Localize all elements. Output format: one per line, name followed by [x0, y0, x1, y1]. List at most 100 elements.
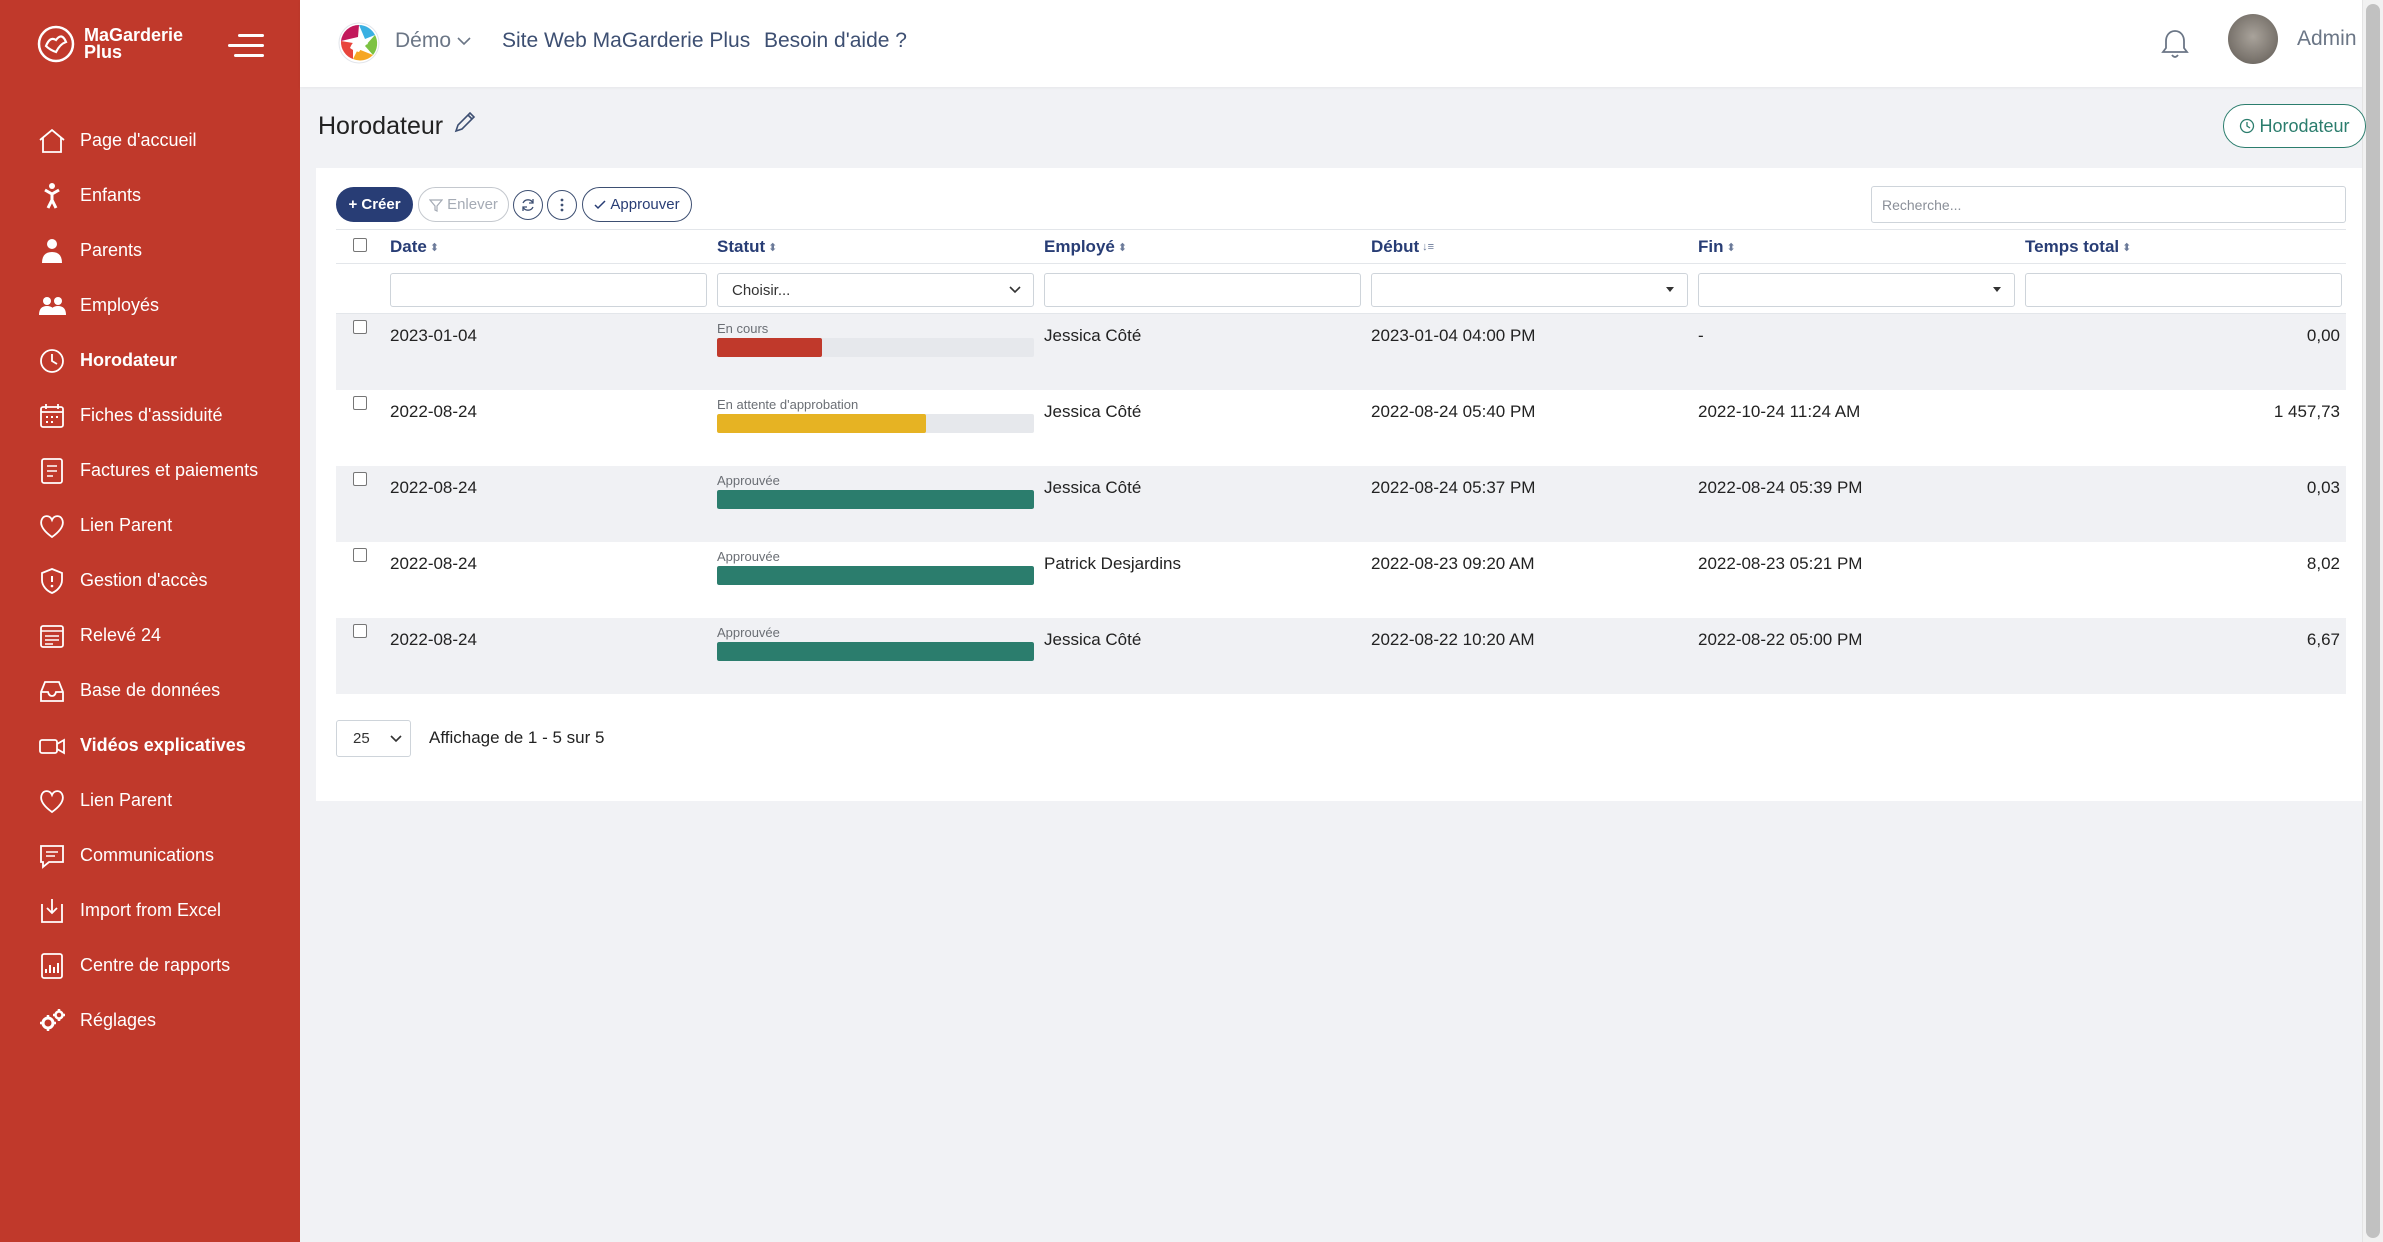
sidebar-item-import-from-excel[interactable]: Import from Excel [0, 883, 300, 938]
more-options-button[interactable] [547, 190, 577, 220]
sidebar-item-reglages[interactable]: Réglages [0, 993, 300, 1048]
employees-icon [36, 290, 68, 322]
column-label: Temps total [2025, 237, 2120, 256]
status-progress-bar [717, 566, 1034, 585]
total-filter-input[interactable] [2025, 273, 2342, 307]
scrollbar[interactable] [2362, 0, 2383, 1242]
row-checkbox[interactable] [353, 396, 367, 410]
row-checkbox[interactable] [353, 320, 367, 334]
sidebar: MaGarderie Plus Page d'accueil Enfants Par… [0, 0, 300, 1242]
bell-icon[interactable] [2160, 28, 2190, 60]
row-checkbox[interactable] [353, 472, 367, 486]
sidebar-item-videos-explicatives[interactable]: Vidéos explicatives [0, 718, 300, 773]
chevron-down-icon [1009, 286, 1021, 294]
sidebar-item-gestion-d-acces[interactable]: Gestion d'accès [0, 553, 300, 608]
status-filter-select[interactable]: Choisir... [717, 273, 1034, 307]
sidebar-item-fiches-d-assiduite[interactable]: Fiches d'assiduité [0, 388, 300, 443]
sidebar-item-lien-parent[interactable]: Lien Parent [0, 498, 300, 553]
table-row[interactable]: 2022-08-24 Approuvée Jessica Côté 2022-08-2… [336, 466, 2346, 542]
sidebar-item-lien-parent[interactable]: Lien Parent [0, 773, 300, 828]
row-checkbox[interactable] [353, 548, 367, 562]
sidebar-item-label: Base de données [80, 680, 221, 700]
sidebar-item-label: Import from Excel [80, 900, 222, 920]
report-calendar-icon [36, 620, 68, 652]
sidebar-item-label: Employés [80, 295, 160, 315]
status-progress-fill [717, 642, 1034, 661]
row-checkbox[interactable] [353, 624, 367, 638]
table-row[interactable]: 2022-08-24 Approuvée Patrick Desjardins 202… [336, 542, 2346, 618]
date-filter-input[interactable] [390, 273, 707, 307]
select-all-checkbox[interactable] [353, 238, 367, 252]
end-header[interactable]: Fin ⬍ [1698, 237, 1736, 257]
clock-header-button[interactable]: Horodateur [2223, 104, 2366, 148]
total-cell: 0,03 [2306, 478, 2340, 497]
sidebar-item-label: Horodateur [80, 350, 178, 370]
sidebar-item-releve-24[interactable]: Relevé 24 [0, 608, 300, 663]
end-cell: 2022-10-24 11:24 AM [1698, 402, 1861, 421]
employee-filter-input[interactable] [1044, 273, 1361, 307]
clock-icon [36, 345, 68, 377]
video-icon [36, 730, 68, 762]
employee-cell: Jessica Côté [1044, 478, 1142, 497]
table-row[interactable]: 2022-08-24 Approuvée Jessica Côté 2022-08-2… [336, 618, 2346, 694]
create-button[interactable]: + Créer [336, 187, 413, 222]
calendar-icon [36, 400, 68, 432]
date-cell: 2022-08-24 [390, 630, 477, 649]
divider [336, 263, 2346, 264]
sidebar-item-page-d-accueil[interactable]: Page d'accueil [0, 113, 300, 168]
user-name[interactable]: Admin [2297, 27, 2357, 51]
sidebar-item-label: Page d'accueil [80, 130, 197, 150]
remove-button[interactable]: Enlever [418, 187, 509, 222]
sidebar-item-label: Centre de rapports [80, 955, 231, 975]
status-progress-fill [717, 338, 822, 357]
search-input[interactable] [1871, 186, 2346, 223]
sidebar-item-label: Enfants [80, 185, 142, 205]
gears-icon [36, 1005, 68, 1037]
sidebar-item-communications[interactable]: Communications [0, 828, 300, 883]
status-header[interactable]: Statut ⬍ [717, 237, 777, 257]
sort-icon: ↓≡ [1422, 241, 1435, 253]
sidebar-item-factures-et-paiements[interactable]: Factures et paiements [0, 443, 300, 498]
sidebar-item-enfants[interactable]: Enfants [0, 168, 300, 223]
reports-icon [36, 950, 68, 982]
approve-label: Approuver [610, 196, 680, 213]
total-cell: 0,00 [2306, 326, 2340, 345]
refresh-icon [522, 199, 534, 211]
pencil-icon[interactable] [452, 109, 478, 135]
chevron-down-icon [457, 37, 471, 46]
brand-name: MaGarderie Plus [84, 25, 184, 62]
start-filter-select[interactable] [1371, 273, 1688, 307]
sidebar-item-label: Parents [80, 240, 143, 260]
status-progress-fill [717, 566, 1034, 585]
sidebar-item-label: Réglages [80, 1010, 157, 1030]
sidebar-item-employes[interactable]: Employés [0, 278, 300, 333]
refresh-button[interactable] [513, 190, 543, 220]
sidebar-item-parents[interactable]: Parents [0, 223, 300, 278]
column-label: Employé [1044, 237, 1115, 256]
help-link[interactable]: Besoin d'aide ? [764, 29, 907, 53]
page-size-value: 25 [353, 730, 370, 747]
divider [336, 229, 2346, 230]
avatar[interactable] [2228, 14, 2278, 64]
start-header[interactable]: Début ↓≡ [1371, 237, 1434, 257]
sidebar-item-horodateur[interactable]: Horodateur [0, 333, 300, 388]
scrollbar-thumb[interactable] [2366, 4, 2380, 1238]
table-row[interactable]: 2022-08-24 En attente d'approbation Jessic… [336, 390, 2346, 466]
sidebar-item-centre-de-rapports[interactable]: Centre de rapports [0, 938, 300, 993]
site-link[interactable]: Site Web MaGarderie Plus [502, 29, 750, 53]
date-header[interactable]: Date ⬍ [390, 237, 439, 257]
message-icon [36, 840, 68, 872]
approve-button[interactable]: Approuver [582, 187, 692, 222]
menu-toggle-icon[interactable] [228, 32, 264, 60]
column-label: Statut [717, 237, 766, 256]
sidebar-item-base-de-donnees[interactable]: Base de données [0, 663, 300, 718]
total-header[interactable]: Temps total ⬍ [2025, 237, 2131, 257]
clock-icon [2240, 118, 2255, 134]
end-filter-select[interactable] [1698, 273, 2015, 307]
table-row[interactable]: 2023-01-04 En cours Jessica Côté 2023-01-04… [336, 314, 2346, 390]
employee-header[interactable]: Employé ⬍ [1044, 237, 1127, 257]
app-logo-icon[interactable] [336, 20, 382, 66]
brand-logo[interactable]: MaGarderie Plus [36, 22, 204, 66]
org-switcher[interactable]: Démo [395, 29, 471, 53]
page-size-select[interactable]: 25 [336, 720, 411, 757]
